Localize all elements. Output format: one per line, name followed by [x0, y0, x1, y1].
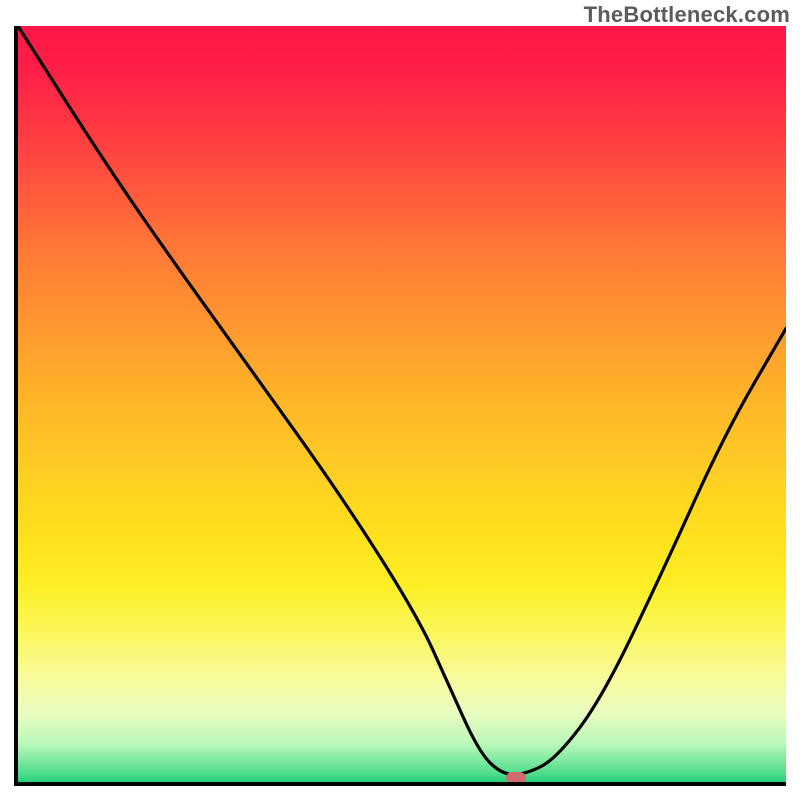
watermark-text: TheBottleneck.com: [584, 2, 790, 28]
chart-container: TheBottleneck.com: [0, 0, 800, 800]
curve-svg: [18, 26, 786, 782]
optimal-marker: [506, 772, 526, 784]
bottleneck-curve-path: [18, 26, 786, 774]
plot-area: [14, 26, 786, 786]
